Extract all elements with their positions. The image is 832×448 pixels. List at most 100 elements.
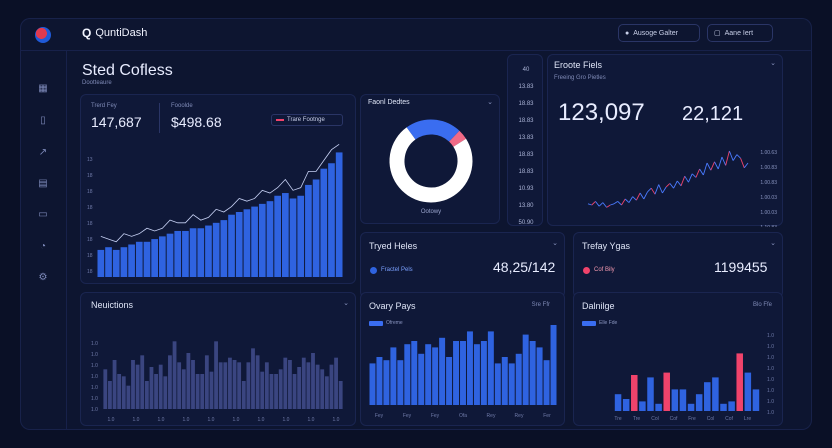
main-bar [266,201,274,277]
dashboard-window: Q QuntiDash ● Ausoge Galter ▢ Aane Iert … [20,18,812,430]
user-icon: ● [625,29,630,37]
notictions-bar [255,355,260,409]
dot-icon [370,267,377,274]
chevron-down-icon[interactable]: ⌄ [552,239,558,247]
main-y-tick: 18 [87,253,93,259]
ovary-bar [432,347,439,405]
main-y-tick: 18 [87,189,93,195]
scale-value: 40 [523,67,530,73]
main-chart-panel: Trerd Fey 147,687 Fooolde $498.68 Trare … [80,94,356,284]
rt-line-segment [728,150,734,161]
main-bar [105,247,112,277]
notictions-bar [126,385,131,409]
rt-line-segment [635,192,641,201]
rt-y-tick: 1.00.03 [760,210,777,216]
user-menu-label: Ausoge Galter [633,29,678,37]
rt-y-tick: 1.00.83 [760,180,777,186]
dalnilge-panel: Dalnilge Blo Ffe Elle Fde 1.0 1.0 1.0 1.0 1.… [573,292,783,426]
dalnilge-y-tick: 1.0 [767,344,774,350]
notictions-bar [112,360,117,409]
rt-line-segment [621,198,626,206]
dalnilge-bar [712,377,719,411]
donut-slice [448,130,467,147]
notictions-panel: Neuictions ⌄ 1.0 1.0 1.0 1.0 1.0 1.0 1.0 1.0 1.0… [80,292,356,426]
settings-icon[interactable]: ⚙ [37,272,49,284]
notictions-bar [269,374,274,409]
dalnilge-y-tick: 1.0 [767,410,774,416]
notictions-bar [338,381,343,409]
rt-line-segment [628,196,634,203]
notictions-x-tick: 1.0 [283,417,290,423]
notictions-y-tick: 1.0 [91,352,98,358]
user-menu-button[interactable]: ● Ausoge Galter [618,24,700,42]
notictions-x-tick: 1.0 [183,417,190,423]
ovary-bar [446,357,453,405]
rt-line-segment [721,156,727,166]
ovary-bar [480,341,487,405]
notictions-y-tick: 1.0 [91,396,98,402]
notictions-bar [186,353,191,409]
main-bar [220,220,228,277]
rt-y-tick: 1.00.83 [760,165,777,171]
main-bar [197,228,205,277]
ovary-bar [550,325,557,405]
ovary-bar [515,353,522,405]
chart-icon[interactable]: ▤ [37,178,49,190]
dalnilge-x-tick: Cof [670,416,678,422]
notifications-button[interactable]: ▢ Aane Iert [707,24,773,42]
ovary-x-tick: Rey [515,413,524,419]
notictions-bar [324,376,329,409]
main-bar [274,195,281,277]
main-y-tick: 18 [87,269,93,275]
right-top-line-chart: 1.00.63 1.00.83 1.00.83 1.00.03 1.00.03 1.10.… [587,150,777,227]
trefay-title: Trefay Ygas [582,241,631,251]
dalnilge-y-tick: 1.0 [767,355,774,361]
ovary-x-tick: Fey [375,413,384,419]
ovary-x-tick: Fey [431,413,440,419]
ovary-bar [397,360,404,405]
notictions-bar [251,348,255,409]
tryed-badge: Fractel Pels [381,267,413,273]
scale-value: 18.83 [518,169,534,175]
notictions-bar [237,362,242,409]
main-bar [335,152,343,277]
notictions-bar [195,374,200,409]
notictions-y-tick: 1.0 [91,385,98,391]
notictions-bar [311,353,315,409]
rt-line-segment [740,158,745,168]
grid-icon[interactable]: ▦ [37,83,49,95]
dot-icon [583,267,590,274]
dalnilge-bar [671,389,679,411]
notictions-bar [241,381,246,409]
ovary-bar [376,357,383,405]
notictions-bar [172,341,177,409]
clock-icon[interactable]: ◔ [37,241,49,253]
dalnilge-bar [614,394,622,411]
main-y-tick: 18 [87,221,93,227]
notictions-bar [246,362,251,409]
notictions-y-tick: 1.0 [91,407,98,413]
main-bar [120,247,128,277]
dalnilge-x-tick: Col [707,416,715,422]
dalnilge-x-tick: Cof [725,416,733,422]
notictions-y-tick: 1.0 [91,374,98,380]
message-icon[interactable]: ▭ [37,209,49,221]
ovary-bar [543,360,550,405]
file-icon[interactable]: ▯ [37,115,49,127]
dalnilge-x-tick: Col [651,416,659,422]
rt-line-segment [676,180,682,187]
notictions-bar [154,374,158,409]
share-icon[interactable]: ↗ [37,147,49,159]
main-y-tick: 18 [87,173,93,179]
notictions-bar [228,357,232,409]
rt-line-segment [732,154,738,161]
tryed-panel: Tryed Heles ⌄ Fractel Pels 48,25/142 [360,232,565,298]
notictions-x-tick: 1.0 [233,417,240,423]
ovary-x-tick: Fey [403,413,412,419]
main-bar [251,206,258,277]
dalnilge-bar [720,403,727,411]
notictions-y-tick: 1.0 [91,363,98,369]
chevron-down-icon[interactable]: ⌄ [770,239,776,247]
notictions-bar [264,362,269,409]
notictions-x-tick: 1.0 [133,417,140,423]
